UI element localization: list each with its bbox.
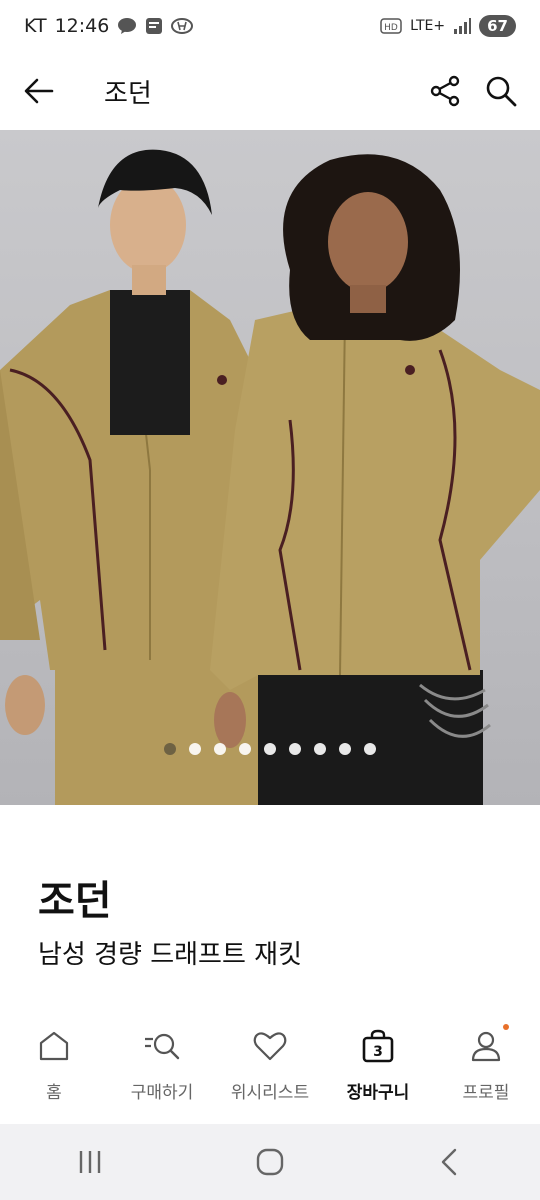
product-name: 남성 경량 드래프트 재킷	[38, 940, 302, 970]
nav-label-home: 홈	[46, 1083, 62, 1103]
home-circle-icon	[256, 1148, 284, 1176]
carousel-dot[interactable]	[239, 743, 251, 755]
search-button[interactable]	[484, 74, 518, 108]
shop-search-icon	[142, 1024, 182, 1068]
chevron-left-icon	[441, 1148, 457, 1176]
bag-icon: 3	[361, 1024, 395, 1068]
svg-text:HD: HD	[384, 23, 398, 33]
cart-count-badge: 3	[373, 1044, 383, 1060]
nav-item-shop[interactable]: 구매하기	[108, 1018, 216, 1103]
hyundai-icon	[171, 18, 194, 34]
status-bar: KT 12:46 HD LTE+ 67	[0, 0, 540, 52]
home-icon	[37, 1024, 71, 1068]
notification-dot	[503, 1024, 509, 1030]
nav-item-profile[interactable]: 프로필	[432, 1018, 540, 1103]
nav-item-wishlist[interactable]: 위시리스트	[216, 1018, 324, 1103]
talk-icon	[117, 17, 137, 35]
nav-label-cart: 장바구니	[346, 1083, 410, 1103]
product-photo	[0, 149, 540, 805]
recent-apps-button[interactable]	[75, 1147, 105, 1177]
heart-icon	[252, 1024, 288, 1068]
signal-icon	[453, 18, 472, 34]
system-back-button[interactable]	[435, 1147, 465, 1177]
carousel-dot[interactable]	[339, 743, 351, 755]
nav-label-shop: 구매하기	[130, 1083, 194, 1103]
status-right: HD LTE+ 67	[380, 15, 516, 37]
nav-item-cart[interactable]: 3 장바구니	[324, 1018, 432, 1103]
carousel-dot[interactable]	[364, 743, 376, 755]
nav-label-profile: 프로필	[462, 1083, 510, 1103]
recent-apps-icon	[79, 1151, 101, 1173]
share-icon	[430, 75, 460, 107]
battery-indicator: 67	[479, 15, 516, 37]
carousel-dot[interactable]	[214, 743, 226, 755]
share-button[interactable]	[428, 74, 462, 108]
clock: 12:46	[54, 15, 110, 37]
home-system-button[interactable]	[255, 1147, 285, 1177]
system-nav-bar	[0, 1124, 540, 1200]
nav-label-wishlist: 위시리스트	[230, 1083, 310, 1103]
carousel-dot[interactable]	[314, 743, 326, 755]
carousel-dot[interactable]	[189, 743, 201, 755]
search-icon	[486, 76, 517, 107]
nav-item-home[interactable]: 홈	[0, 1018, 108, 1103]
carousel-dot[interactable]	[264, 743, 276, 755]
hd-icon: HD	[380, 18, 402, 34]
app-bar: 조던	[0, 52, 540, 130]
carrier-label: KT	[24, 15, 47, 37]
product-image-carousel[interactable]	[0, 130, 540, 805]
news-icon	[145, 17, 163, 35]
product-brand: 조던	[38, 878, 112, 924]
profile-icon	[469, 1024, 509, 1068]
back-arrow-icon	[24, 78, 54, 104]
network-label: LTE+	[410, 18, 446, 34]
status-left: KT 12:46	[24, 15, 194, 37]
bottom-nav: 홈 구매하기 위시리스트 3 장바구니 프로필	[0, 1018, 540, 1122]
page-title: 조던	[104, 78, 152, 109]
carousel-dot[interactable]	[164, 743, 176, 755]
app-bar-actions	[428, 74, 518, 108]
back-button[interactable]	[22, 74, 56, 108]
carousel-indicator	[0, 743, 540, 755]
carousel-dot[interactable]	[289, 743, 301, 755]
